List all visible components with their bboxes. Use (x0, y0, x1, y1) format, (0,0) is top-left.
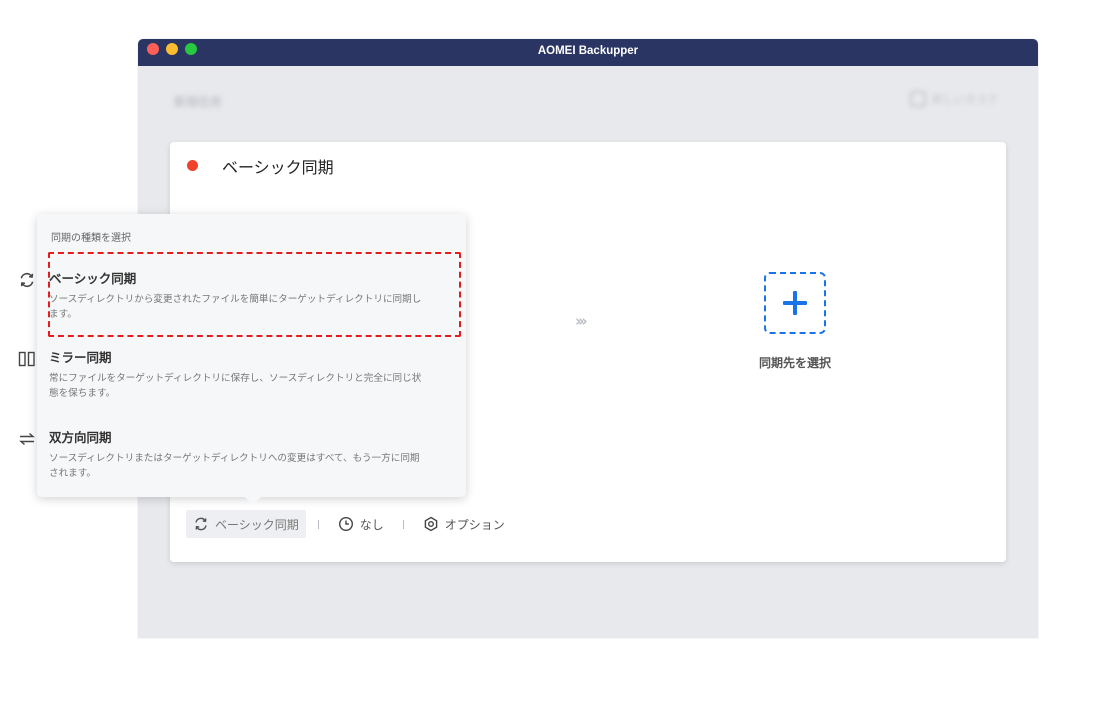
option-title: ミラー同期 (49, 350, 112, 365)
mirror-icon (18, 351, 35, 367)
option-description: 常にファイルをターゲットディレクトリに保存し、ソースディレクトリと完全に同じ状態… (49, 373, 422, 399)
option-two-way-sync[interactable]: 双方向同期 ソースディレクトリまたはターゲットディレクトリへの変更はすべて、もう… (14, 427, 424, 487)
plus-icon (783, 291, 807, 315)
gear-icon (424, 516, 438, 532)
blurred-new-task-label: 新しいタスク (932, 93, 998, 106)
destination-label[interactable]: 同期先を選択 (730, 354, 860, 371)
status-dot (187, 160, 198, 171)
sync-icon (20, 272, 34, 288)
task-toolbar: ベーシック同期 なし オプション (186, 510, 512, 538)
select-destination-button[interactable] (764, 272, 826, 334)
title-bar: AOMEI Backupper (138, 39, 1038, 66)
sync-icon (195, 517, 207, 531)
option-description: ソースディレクトリから変更されたファイルを簡単にターゲットディレクトリに同期しま… (49, 294, 422, 320)
options-button[interactable]: オプション (416, 510, 512, 538)
option-title: ベーシック同期 (49, 271, 137, 286)
options-label: オプション (444, 517, 505, 532)
window-title: AOMEI Backupper (537, 45, 639, 57)
option-description: ソースディレクトリまたはターゲットディレクトリへの変更はすべて、もう一方に同期さ… (49, 453, 420, 479)
new-task-icon (910, 91, 926, 107)
task-title[interactable]: ベーシック同期 (222, 154, 334, 178)
blurred-page-title: 新规任务 (174, 95, 223, 109)
sync-mode-label: ベーシック同期 (215, 517, 299, 532)
option-basic-sync[interactable]: ベーシック同期 ソースディレクトリから変更されたファイルを簡単にターゲットディレ… (14, 268, 424, 328)
popover-header: 同期の種類を選択 (51, 233, 131, 244)
two-way-arrows-icon (19, 432, 35, 446)
direction-chevrons-icon: ››› (575, 312, 587, 330)
toolbar-divider (317, 519, 319, 529)
clock-icon (338, 516, 353, 532)
schedule-button[interactable]: なし (331, 510, 391, 538)
schedule-label: なし (359, 517, 384, 532)
sync-mode-button[interactable]: ベーシック同期 (186, 510, 306, 538)
toolbar-divider (402, 519, 404, 529)
option-mirror-sync[interactable]: ミラー同期 常にファイルをターゲットディレクトリに保存し、ソースディレクトリと完… (14, 347, 424, 407)
popover-arrow (245, 497, 261, 505)
blurred-new-task-button: 新しいタスク (910, 91, 998, 107)
option-title: 双方向同期 (49, 430, 112, 445)
